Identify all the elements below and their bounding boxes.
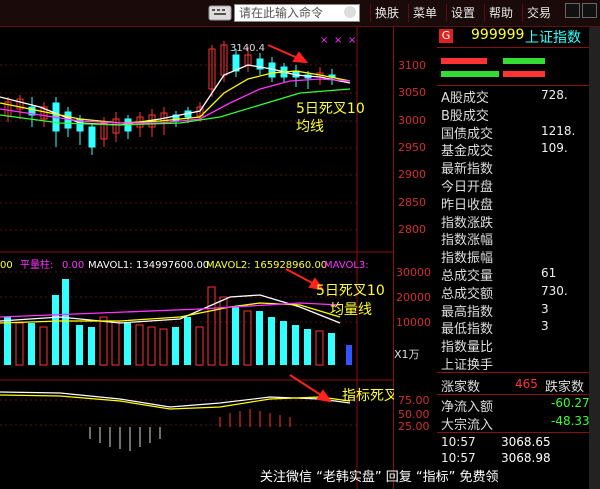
stat-value: 3 [541,301,549,316]
flow-label: 大宗流入 [441,418,494,433]
stat-label: 今日开盘 [441,180,494,195]
stat-label: 总成交额 [441,286,494,302]
stat-label: 基金成交 [441,144,494,160]
volume-tick: 30000 [396,266,431,279]
mavol3-label: MAVOL3: [324,260,369,271]
chart-area[interactable]: 3140.4 × × × 5日死叉10 均线 00 平量柱: 0.00 MAVOL1… [0,27,394,489]
price-cross-annotation-2: 均线 [296,119,324,135]
volume-cross-annotation: 5日死叉10 [316,283,385,299]
up-ratio-bar [441,58,487,64]
menu-main[interactable]: 菜单 [408,4,441,22]
svg-text:×: × [348,35,356,46]
price-tick: 3050 [398,86,426,99]
down-count-label: 跌家数 [545,380,585,395]
svg-text:×: × [320,35,328,46]
volume-cross-annotation-2: 均量线 [330,302,372,318]
tick-price: 3068.65 [501,435,551,449]
minimize-icon[interactable] [565,3,580,18]
stat-label: 昨日收盘 [441,197,494,213]
volume-unit: X1万 [394,348,420,361]
stat-label: 最高指数 [441,304,494,320]
stat-label: 指数量比 [441,340,494,356]
mavol1-value: 134997600.00 [136,260,209,271]
tick-time: 10:57 [441,451,476,465]
indicator-tick: 25.00 [398,420,430,433]
stat-value: 1218. [541,123,576,138]
index-badge: G [439,29,453,43]
down-ratio-bar [441,71,499,77]
stat-label: 指数涨幅 [441,233,494,249]
menu-settings[interactable]: 设置 [446,4,479,22]
indicator-cross-annotation: 指标死叉 [342,388,394,404]
sell-markers: × × × [320,35,356,46]
price-tick: 2900 [398,168,426,181]
price-tick: 2950 [398,141,426,154]
flow-label: 净流入额 [441,400,494,415]
flow-value: -48.33 [551,414,590,428]
up-count-value: 465 [515,377,538,391]
stat-label: B股成交 [441,108,489,124]
price-tick: 2850 [398,196,426,209]
flat-volume-value: 0.00 [62,260,84,271]
menu-trade[interactable]: 交易 [522,4,555,22]
tick-time: 10:57 [441,435,476,449]
panel-scrollbar[interactable] [589,27,600,489]
price-tick: 3000 [398,114,426,127]
stat-label: 总成交量 [441,269,494,284]
stat-label: 国债成交 [441,126,494,142]
svg-text:×: × [334,35,342,46]
stat-value: 3 [541,319,549,334]
tick-price: 3068.98 [501,451,551,465]
flow-value: -60.27 [551,396,590,410]
mavol2-value: 165928960.00 [254,260,327,271]
flat-volume-label: 平量柱: [20,258,53,271]
stat-value: 728. [541,88,568,102]
stat-label: 上证换手 [441,358,494,373]
index-code: 999999 [471,27,525,43]
price-cross-annotation: 5日死叉10 [296,101,365,117]
stat-value: 730. [541,283,568,298]
amount-ratio-bar [503,71,545,77]
stat-value: 61 [541,266,557,280]
keyboard-icon[interactable] [208,5,232,21]
volume-tick: 10000 [396,316,431,329]
volume-tick: 20000 [396,291,431,304]
index-name: 上证指数 [525,30,581,46]
price-tick: 2800 [398,223,426,236]
watermark-text: 关注微信 “老韩实盘” 回复 “指标” 免费领 [260,470,499,485]
stat-label: 最低指数 [441,322,494,338]
flat-ratio-bar [503,58,545,64]
menu-skin[interactable]: 换肤 [370,4,403,22]
indicator-tick: 75.00 [398,394,430,407]
command-input[interactable]: 请在此输入命令 [234,4,360,22]
menu-help[interactable]: 帮助 [484,4,517,22]
maximize-icon[interactable] [582,3,597,18]
command-dropdown-icon[interactable] [344,6,356,18]
up-count-label: 涨家数 [441,380,481,395]
peak-label: 3140.4 [230,43,265,54]
mavol1-label: MAVOL1: [88,260,133,271]
price-tick: 3100 [398,59,426,72]
stat-label: A股成交 [441,91,489,106]
stat-value: 109. [541,141,568,156]
index-info-panel: G 999999 上证指数 A股成交 728. B股成交国债成交 1218. 基金成交 1… [437,27,600,489]
mavol2-label: MAVOL2: [206,260,251,271]
stat-label: 最新指数 [441,162,494,178]
stat-label: 指数振幅 [441,251,494,267]
stat-label: 指数涨跌 [441,215,494,231]
volume-leading: 00 [0,260,13,271]
